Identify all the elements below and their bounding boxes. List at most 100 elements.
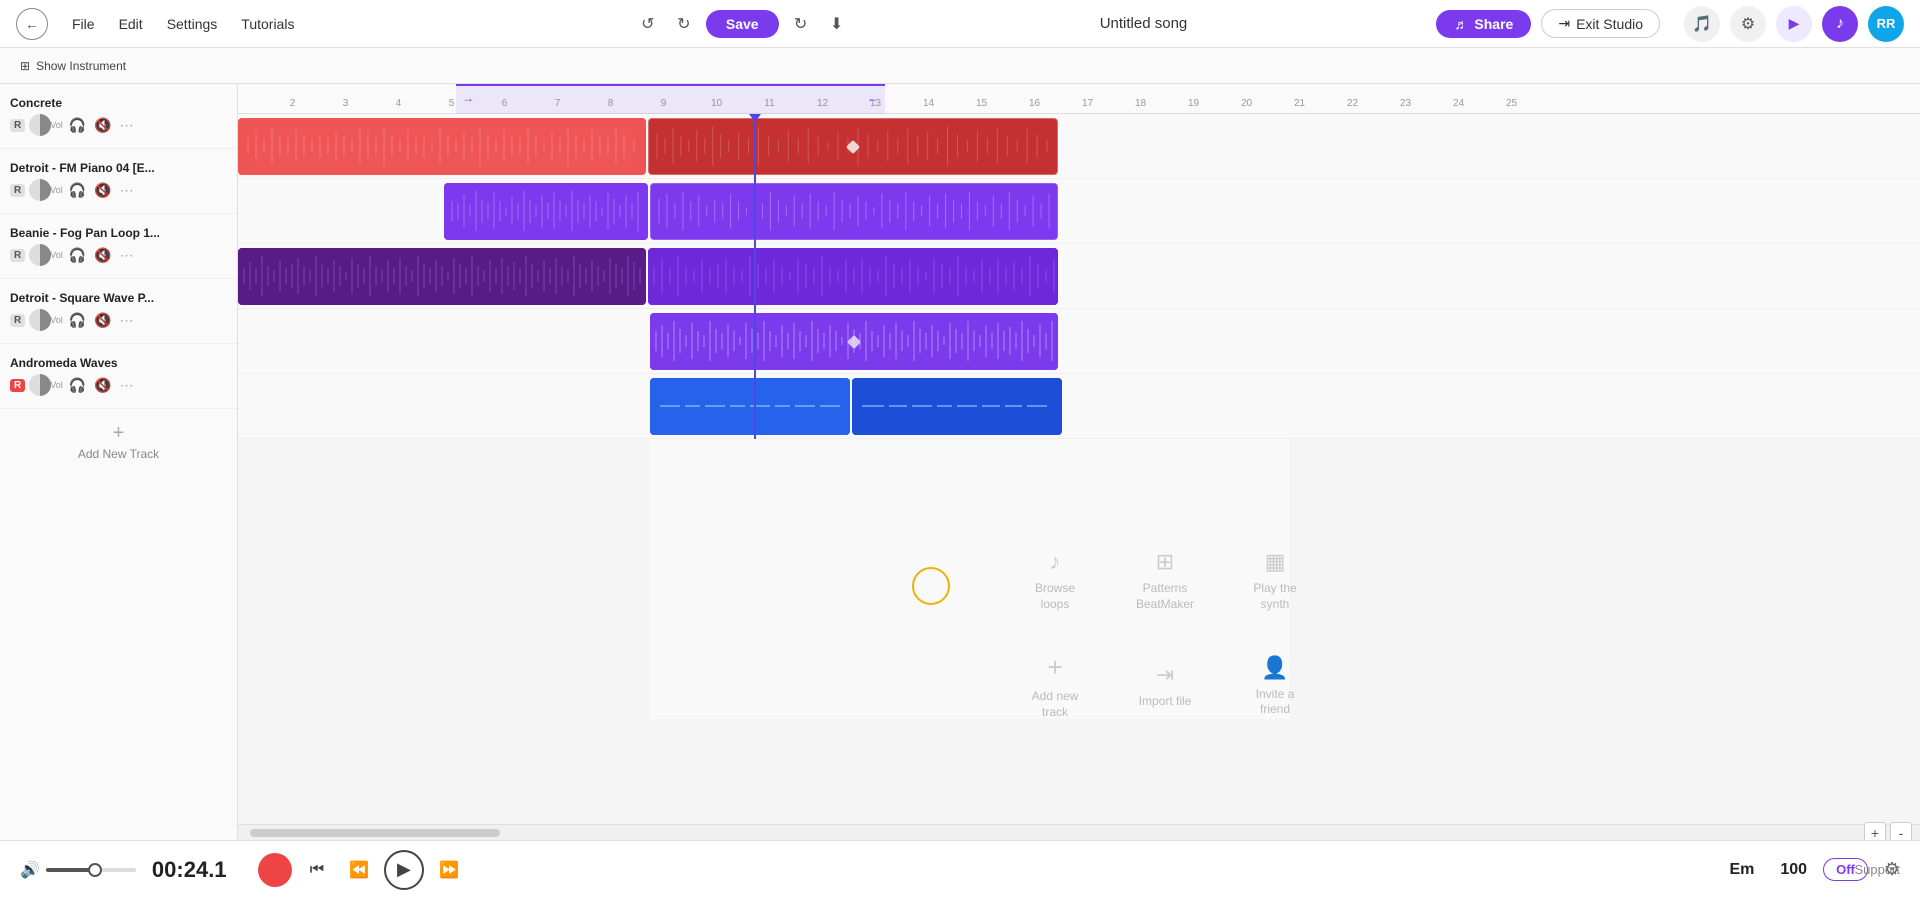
fast-forward-button[interactable]: ⏩ [432,853,466,887]
r-badge-detroit-sq[interactable]: R [10,314,25,327]
clip-beanie-2[interactable] [648,248,1058,305]
nav-edit[interactable]: Edit [119,16,143,32]
grid-icon: ⊞ [20,59,30,73]
track-controls-detroit-fm: R Vol 🎧 🔇 ⋯ [10,179,227,201]
song-title: Untitled song [875,15,1413,32]
r-badge-detroit-fm[interactable]: R [10,184,25,197]
zoom-out-button[interactable]: - [1890,822,1912,841]
refresh-button[interactable]: ↻ [787,10,815,38]
track-lane-concrete[interactable] [238,114,1920,179]
audiomack-icon[interactable]: 🎵 [1684,6,1720,42]
clip-detroit-sq-1[interactable] [650,313,1058,370]
r-badge-beanie[interactable]: R [10,249,25,262]
track-lane-andromeda[interactable] [238,374,1920,439]
music-note-icon[interactable]: ♪ [1822,6,1858,42]
horizontal-scrollbar[interactable]: + - [238,824,1920,840]
clip-beanie-1[interactable] [238,248,646,305]
more-icon-beanie[interactable]: ⋯ [118,245,136,266]
share-icon: ♬ [1454,16,1468,32]
mute-icon-andromeda[interactable]: 🔇 [92,375,113,396]
import-file-button[interactable]: ⇥ Import file [1120,642,1210,730]
invite-friend-button[interactable]: 👤 Invite a friend [1230,642,1320,730]
more-icon-concrete[interactable]: ⋯ [118,115,136,136]
mute-icon-concrete[interactable]: 🔇 [92,115,113,136]
track-lane-detroit-sq[interactable] [238,309,1920,374]
ruler-mark-23: 23 [1379,98,1432,109]
volume-thumb[interactable] [88,863,102,877]
ruler-mark-22: 22 [1326,98,1379,109]
clip-concrete-2[interactable] [648,118,1058,175]
volume-knob-concrete[interactable] [29,114,51,136]
nav-file[interactable]: File [72,16,95,32]
scrollbar-thumb[interactable] [250,829,500,837]
loop-left-arrow: → [462,91,474,105]
track-lane-detroit-fm[interactable] [238,179,1920,244]
add-track-label: Add New Track [78,447,159,461]
track-name-beanie: Beanie - Fog Pan Loop 1... [10,226,227,240]
patterns-beatmaker-button[interactable]: ⊞ Patterns BeatMaker [1120,539,1210,622]
browse-loops-button[interactable]: ♪ Browse loops [1010,539,1100,622]
nav-settings[interactable]: Settings [167,16,218,32]
redo-button[interactable]: ↻ [670,10,698,38]
user-avatar[interactable]: RR [1868,6,1904,42]
tracks-right[interactable]: → ← 2 3 4 5 6 7 8 9 10 11 12 13 [238,84,1920,840]
headphone-icon-beanie[interactable]: 🎧 [67,245,88,266]
ruler-mark-2: 2 [266,98,319,109]
add-new-track-action-button[interactable]: + Add new track [1010,642,1100,730]
clip-concrete-1[interactable] [238,118,646,175]
exit-studio-button[interactable]: ⇥ Exit Studio [1541,9,1660,38]
clip-andromeda-2[interactable] [852,378,1062,435]
headphone-icon-detroit-fm[interactable]: 🎧 [67,180,88,201]
track-header-detroit-fm: Detroit - FM Piano 04 [E... R Vol 🎧 🔇 ⋯ [0,149,237,214]
volume-slider[interactable] [46,868,136,872]
audiomack-logo-icon[interactable]: ▶ [1776,6,1812,42]
headphone-icon-concrete[interactable]: 🎧 [67,115,88,136]
mute-icon-detroit-sq[interactable]: 🔇 [92,310,113,331]
add-new-track-action-label: Add new track [1020,689,1090,720]
main-area: ⊞ Show Instrument Concrete R Vol 🎧 🔇 ⋯ [0,48,1920,840]
track-controls-beanie: R Vol 🎧 🔇 ⋯ [10,244,227,266]
loop-region[interactable]: → ← [456,84,885,114]
nav-tutorials[interactable]: Tutorials [241,16,294,32]
clip-detroit-fm-1[interactable] [444,183,648,240]
undo-button[interactable]: ↺ [634,10,662,38]
more-icon-andromeda[interactable]: ⋯ [118,375,136,396]
show-instrument-button[interactable]: ⊞ Show Instrument [12,56,134,76]
support-link[interactable]: Support [1854,862,1900,877]
track-lane-beanie[interactable] [238,244,1920,309]
play-button[interactable]: ▶ [384,850,424,890]
volume-knob-detroit-sq[interactable] [29,309,51,331]
volume-knob-detroit-fm[interactable] [29,179,51,201]
record-button[interactable] [258,853,292,887]
r-badge-concrete[interactable]: R [10,119,25,132]
headphone-icon-andromeda[interactable]: 🎧 [67,375,88,396]
download-button[interactable]: ⬇ [823,10,851,38]
play-synth-button[interactable]: ▦ Play the synth [1230,539,1320,622]
rewind-button[interactable]: ⏪ [342,853,376,887]
import-file-label: Import file [1139,694,1192,710]
add-new-track-button[interactable]: + Add New Track [0,409,237,474]
clip-detroit-fm-2[interactable] [650,183,1058,240]
clip-andromeda-1[interactable] [650,378,850,435]
more-icon-detroit-fm[interactable]: ⋯ [118,180,136,201]
track-name-concrete: Concrete [10,96,227,110]
r-badge-andromeda[interactable]: R [10,379,25,392]
mute-icon-beanie[interactable]: 🔇 [92,245,113,266]
save-button[interactable]: Save [706,10,779,38]
ruler-mark-19: 19 [1167,98,1220,109]
ruler-mark-18: 18 [1114,98,1167,109]
volume-knob-beanie[interactable] [29,244,51,266]
skip-to-start-button[interactable]: ⏮ [300,853,334,887]
ruler-mark-25: 25 [1485,98,1538,109]
more-icon-detroit-sq[interactable]: ⋯ [118,310,136,331]
mute-icon-detroit-fm[interactable]: 🔇 [92,180,113,201]
add-track-icon: + [1047,652,1062,683]
zoom-in-button[interactable]: + [1864,822,1886,841]
back-button[interactable]: ← [16,8,48,40]
track-header-andromeda: Andromeda Waves R Vol 🎧 🔇 ⋯ [0,344,237,409]
settings-icon[interactable]: ⚙ [1730,6,1766,42]
headphone-icon-detroit-sq[interactable]: 🎧 [67,310,88,331]
share-button[interactable]: ♬ Share [1436,10,1531,38]
volume-knob-andromeda[interactable] [29,374,51,396]
top-nav: ← File Edit Settings Tutorials ↺ ↻ Save … [0,0,1920,48]
